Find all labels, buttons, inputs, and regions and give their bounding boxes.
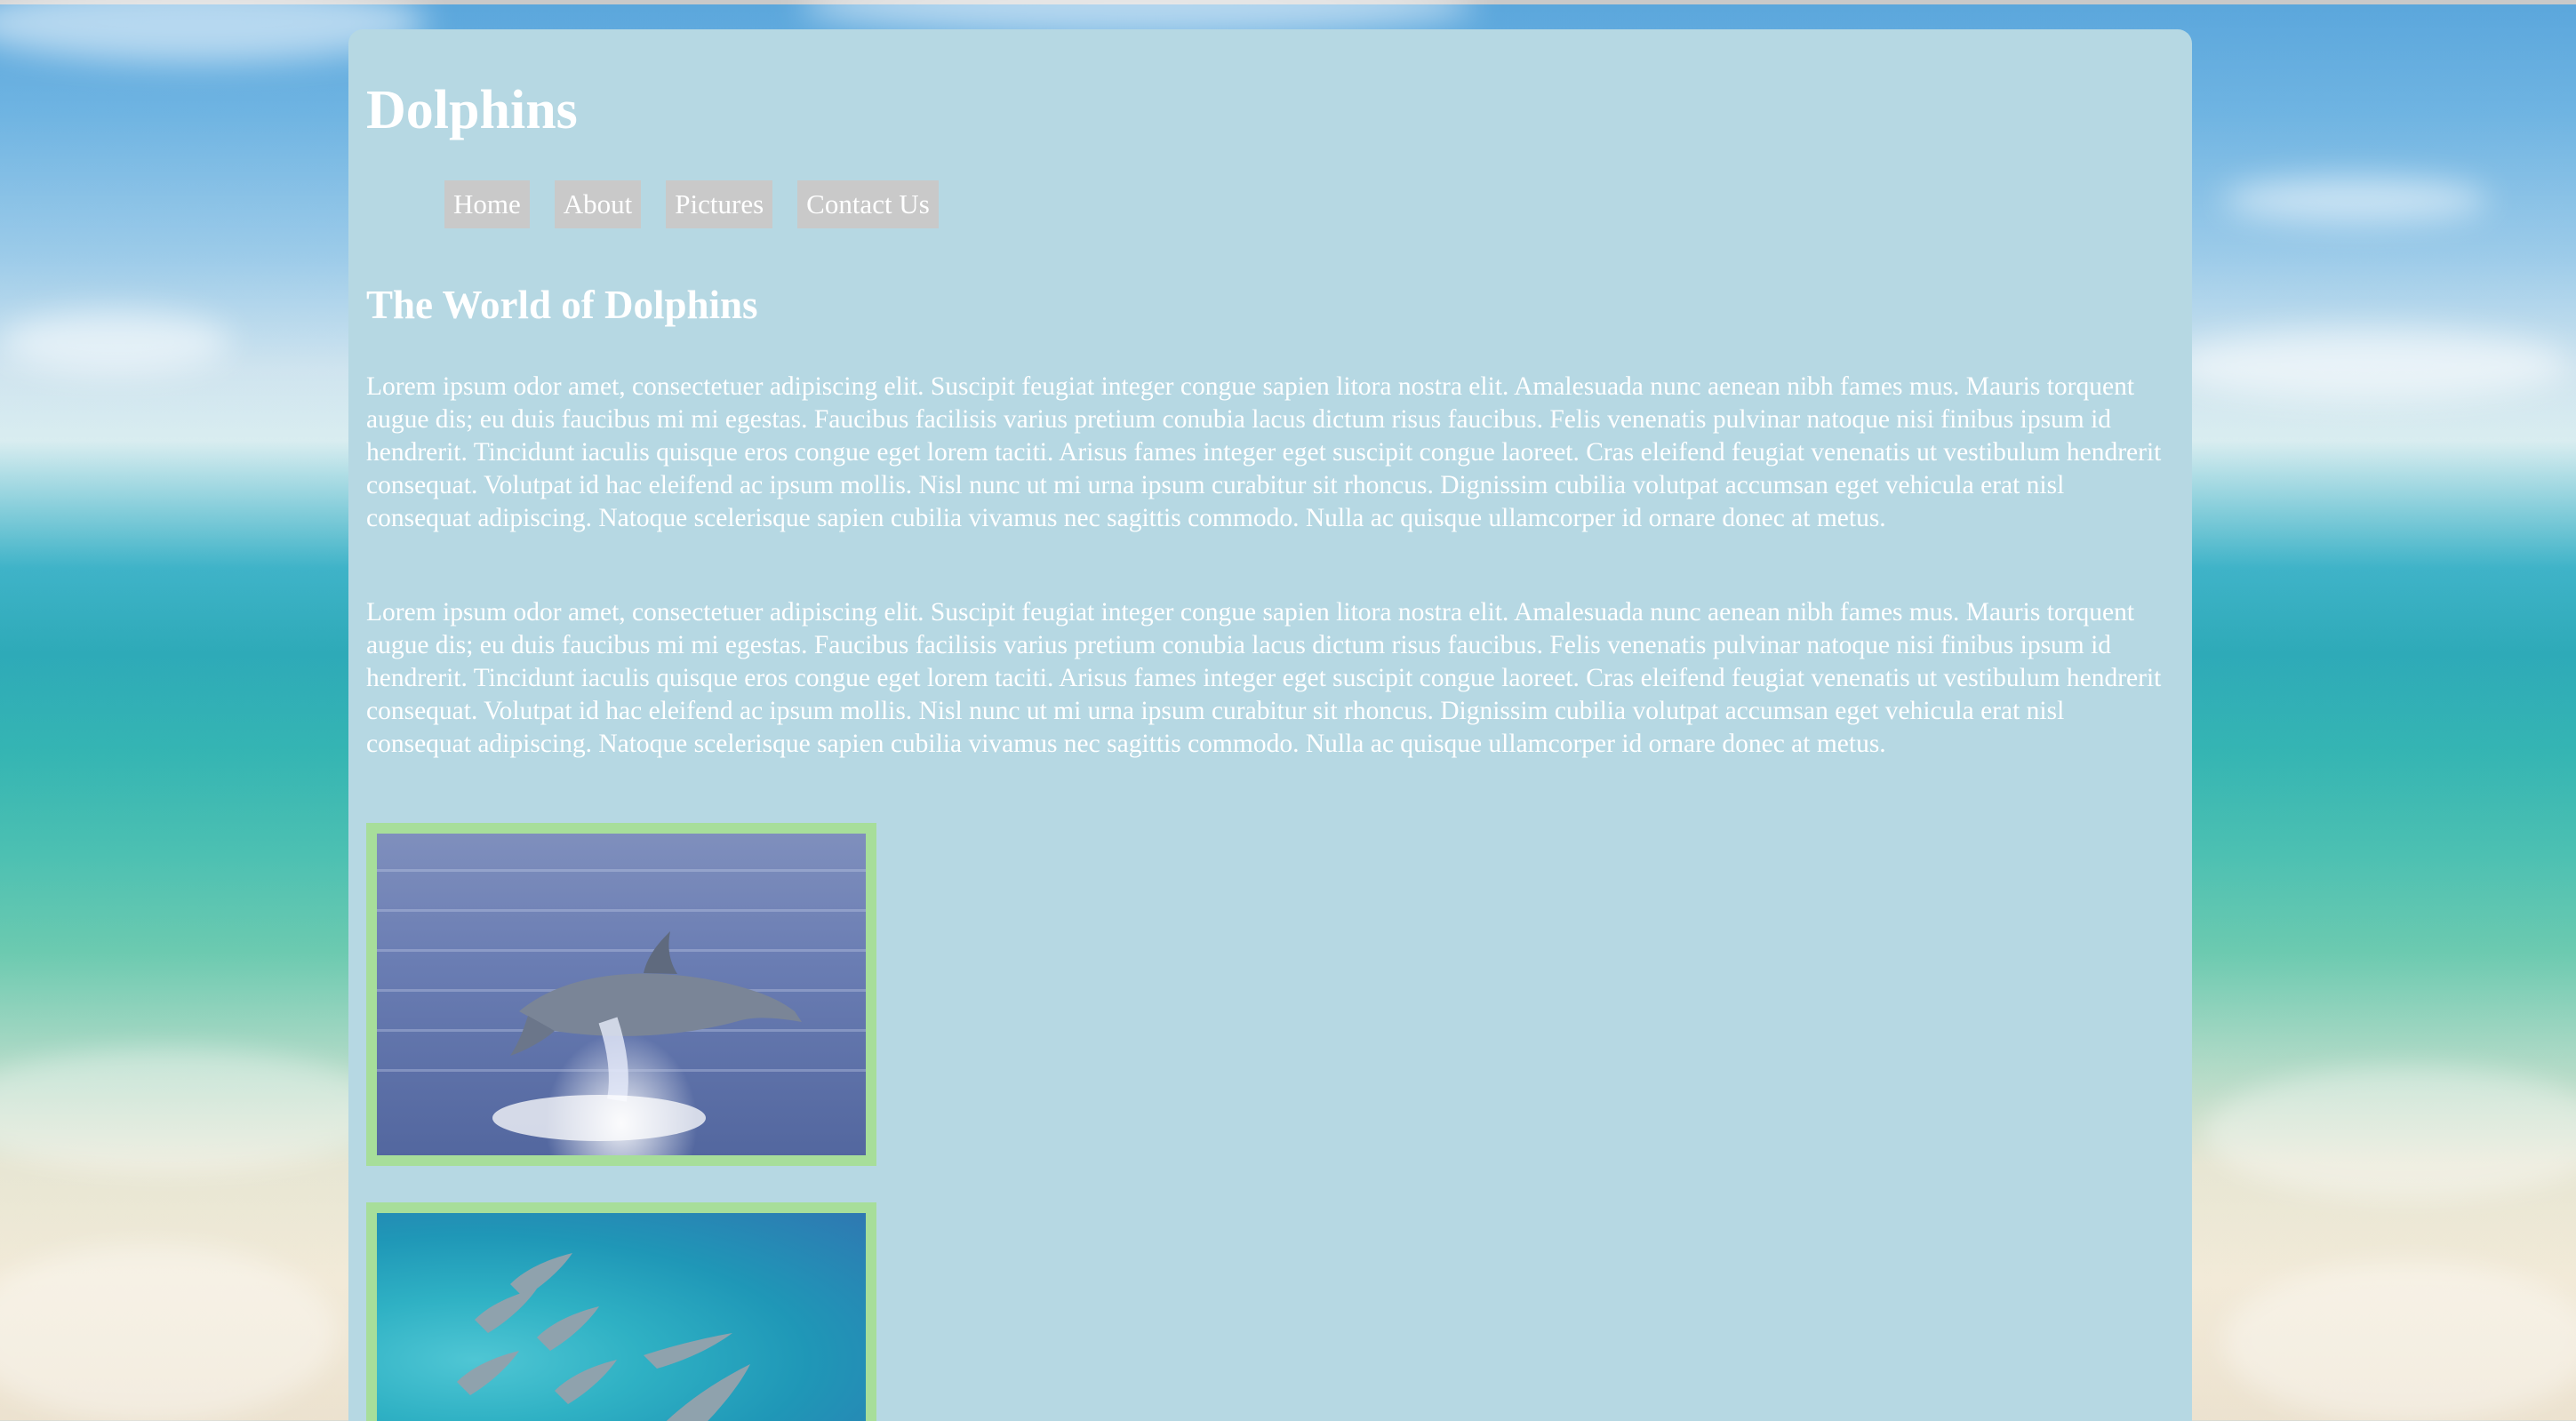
intro-paragraph-2: Lorem ipsum odor amet, consectetuer adip… [366,598,2162,758]
intro-paragraph-1: Lorem ipsum odor amet, consectetuer adip… [366,372,2162,532]
section-heading: The World of Dolphins [366,283,758,327]
content-card: Dolphins Home About Pictures Contact Us … [348,29,2192,1421]
leaping-dolphin-graphic [492,931,802,1141]
nav-about-link[interactable]: About [554,180,642,228]
nav-pictures-link[interactable]: Pictures [666,180,773,228]
nav-contact-link[interactable]: Contact Us [797,180,939,228]
dolphin-photo-frame-2 [366,1202,876,1421]
site-title: Dolphins [366,80,578,140]
dolphin-photo-frame-1 [366,823,876,1166]
dolphin-pod-graphic [457,1253,750,1421]
dolphin-pod-photo [377,1213,866,1421]
nav-home-link[interactable]: Home [444,180,530,228]
main-nav: Home About Pictures Contact Us [444,180,939,228]
dolphin-leaping-photo [377,834,866,1155]
